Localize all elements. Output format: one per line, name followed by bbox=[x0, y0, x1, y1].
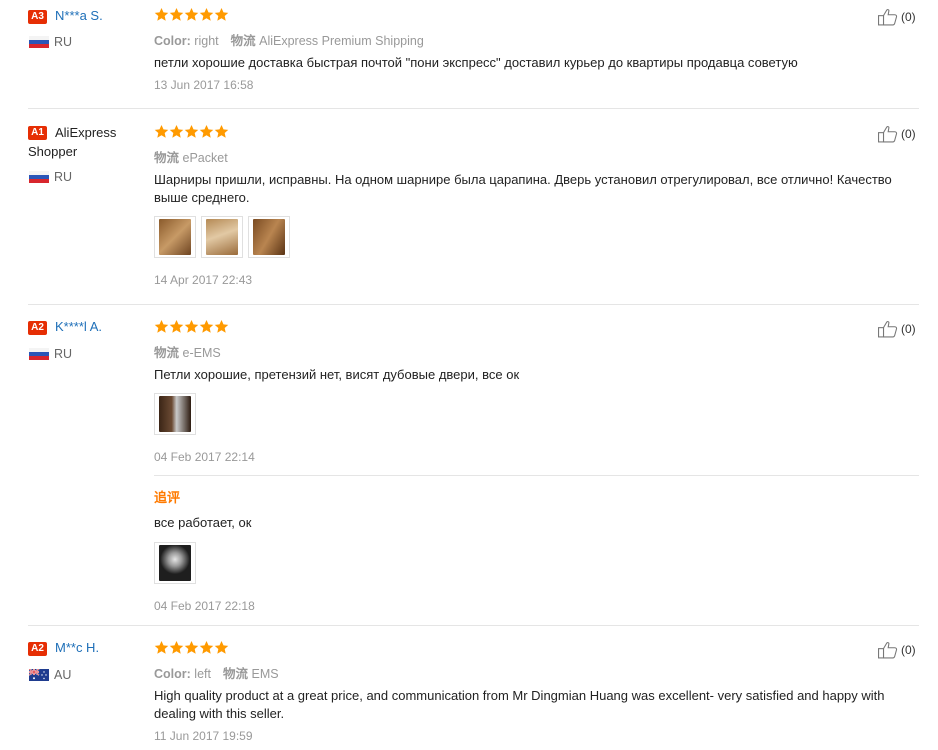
divider bbox=[28, 304, 919, 305]
star-icon bbox=[184, 640, 199, 655]
thumbs-up-icon bbox=[876, 641, 900, 659]
russia-flag-icon bbox=[29, 348, 49, 360]
star-icon bbox=[154, 124, 169, 139]
star-icon bbox=[169, 124, 184, 139]
star-icon bbox=[154, 319, 169, 334]
divider bbox=[28, 625, 919, 626]
reviewer-name[interactable]: N***a S. bbox=[55, 8, 103, 23]
star-icon bbox=[214, 124, 229, 139]
thumbs-up-icon bbox=[876, 125, 900, 143]
review-photo[interactable] bbox=[154, 393, 196, 435]
order-info: Color: right 物流 AliExpress Premium Shippi… bbox=[154, 30, 424, 49]
logistics-label: 物流 bbox=[222, 667, 248, 681]
star-icon bbox=[199, 124, 214, 139]
review-text: петли хорошие доставка быстрая почтой "п… bbox=[154, 55, 798, 70]
logistics-value: AliExpress Premium Shipping bbox=[259, 34, 424, 48]
star-icon bbox=[169, 319, 184, 334]
logistics-value: ePacket bbox=[182, 151, 228, 165]
rating-stars bbox=[154, 640, 229, 656]
rating-stars bbox=[154, 7, 229, 23]
helpful-button[interactable]: (0) bbox=[876, 8, 916, 26]
rating-stars bbox=[154, 124, 229, 140]
star-icon bbox=[199, 7, 214, 22]
review-photo[interactable] bbox=[248, 216, 290, 258]
helpful-button[interactable]: (0) bbox=[876, 320, 916, 338]
review-date: 13 Jun 2017 16:58 bbox=[154, 78, 254, 92]
thumbs-up-icon bbox=[876, 320, 900, 338]
star-icon bbox=[199, 319, 214, 334]
star-icon bbox=[214, 319, 229, 334]
helpful-button[interactable]: (0) bbox=[876, 125, 916, 143]
helpful-count: (0) bbox=[901, 643, 916, 657]
divider bbox=[154, 475, 919, 476]
color-value: left bbox=[194, 667, 211, 681]
review-text-line: High quality product at a great price, a… bbox=[154, 688, 885, 703]
russia-flag-icon bbox=[29, 171, 49, 183]
star-icon bbox=[169, 640, 184, 655]
russia-flag-icon bbox=[29, 36, 49, 48]
buyer-level-badge: A2 bbox=[28, 321, 47, 335]
star-icon bbox=[184, 124, 199, 139]
reviewer-country: RU bbox=[54, 347, 73, 361]
australia-flag-icon bbox=[29, 669, 49, 681]
helpful-count: (0) bbox=[901, 127, 916, 141]
helpful-count: (0) bbox=[901, 322, 916, 336]
review-date: 04 Feb 2017 22:14 bbox=[154, 450, 255, 464]
logistics-label: 物流 bbox=[230, 34, 256, 48]
logistics-label: 物流 bbox=[154, 346, 180, 360]
reviewer-name[interactable]: AliExpress bbox=[55, 123, 150, 142]
helpful-count: (0) bbox=[901, 10, 916, 24]
review-date: 14 Apr 2017 22:43 bbox=[154, 273, 253, 287]
star-icon bbox=[184, 7, 199, 22]
buyer-level-badge: A3 bbox=[28, 10, 47, 24]
reviewer-country: RU bbox=[54, 35, 73, 49]
reviewer-name-line: Shopper bbox=[28, 144, 78, 159]
additional-feedback-title: 追评 bbox=[154, 490, 181, 505]
star-icon bbox=[199, 640, 214, 655]
logistics-value: EMS bbox=[251, 667, 279, 681]
star-icon bbox=[214, 640, 229, 655]
star-icon bbox=[154, 7, 169, 22]
helpful-button[interactable]: (0) bbox=[876, 641, 916, 659]
reviewer-name-line: AliExpress bbox=[55, 125, 117, 140]
review-photo[interactable] bbox=[154, 216, 196, 258]
review-date: 11 Jun 2017 19:59 bbox=[154, 729, 253, 743]
logistics-label: 物流 bbox=[154, 151, 180, 165]
buyer-level-badge: A2 bbox=[28, 642, 47, 656]
color-label: Color: bbox=[154, 667, 191, 681]
additional-feedback-date: 04 Feb 2017 22:18 bbox=[154, 599, 255, 613]
review-text-line: выше среднего. bbox=[154, 190, 250, 205]
thumbs-up-icon bbox=[876, 8, 900, 26]
reviewer-name[interactable]: K****l A. bbox=[55, 319, 102, 334]
rating-stars bbox=[154, 319, 229, 335]
order-info: Color: left 物流 EMS bbox=[154, 663, 279, 682]
review-text-line: Шарниры пришли, исправны. На одном шарни… bbox=[154, 172, 892, 187]
color-label: Color: bbox=[154, 34, 191, 48]
star-icon bbox=[184, 319, 199, 334]
reviewer-country: AU bbox=[54, 668, 72, 682]
buyer-level-badge: A1 bbox=[28, 126, 47, 140]
review-text-line: dealing with this seller. bbox=[154, 706, 285, 721]
review-photo[interactable] bbox=[154, 542, 196, 584]
review-text: Петли хорошие, претензий нет, висят дубо… bbox=[154, 367, 520, 382]
reviewer-country: RU bbox=[54, 170, 73, 184]
star-icon bbox=[214, 7, 229, 22]
order-info: 物流 e-EMS bbox=[154, 342, 221, 361]
review-photo[interactable] bbox=[201, 216, 243, 258]
order-info: 物流 ePacket bbox=[154, 147, 228, 166]
star-icon bbox=[169, 7, 184, 22]
reviewer-name[interactable]: M**c H. bbox=[55, 640, 99, 655]
color-value: right bbox=[194, 34, 219, 48]
additional-feedback-text: все работает, ок bbox=[154, 515, 252, 530]
logistics-value: e-EMS bbox=[182, 346, 221, 360]
star-icon bbox=[154, 640, 169, 655]
divider bbox=[28, 108, 919, 109]
